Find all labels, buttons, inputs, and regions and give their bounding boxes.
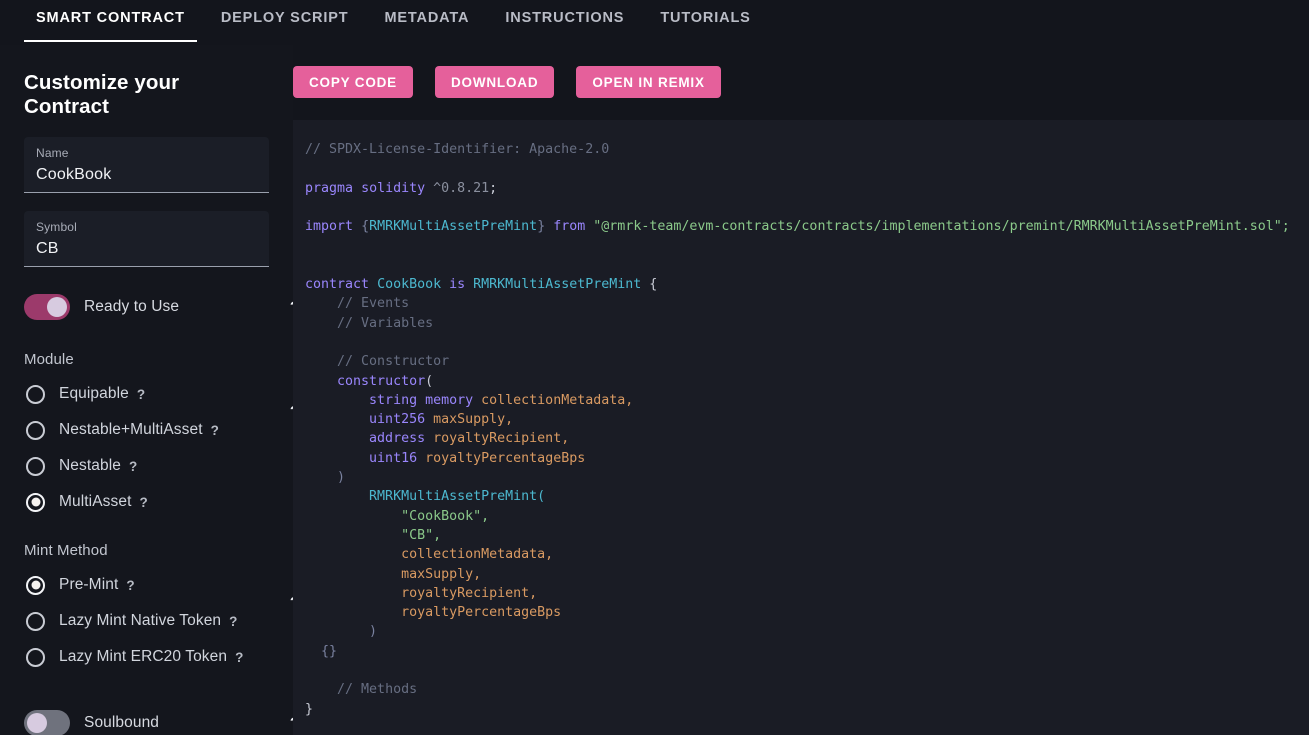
tab-metadata[interactable]: METADATA <box>372 0 481 45</box>
help-icon[interactable]: ? <box>235 650 243 665</box>
base-constructor-call: RMRKMultiAssetPreMint <box>369 489 537 504</box>
contract-name: CookBook <box>377 277 441 292</box>
radio-indicator <box>26 421 45 440</box>
methods-comment: // Methods <box>337 682 417 697</box>
radio-nestable[interactable]: Nestable ? <box>24 448 269 484</box>
language-keyword: solidity <box>361 181 425 196</box>
tab-label: TUTORIALS <box>660 10 750 26</box>
radio-pre-mint[interactable]: Pre-Mint ? <box>24 567 269 603</box>
tab-label: INSTRUCTIONS <box>505 10 624 26</box>
app-root: SMART CONTRACT DEPLOY SCRIPT METADATA IN… <box>0 0 1309 735</box>
radio-indicator <box>26 612 45 631</box>
import-path: @rmrk-team/evm-contracts/contracts/imple… <box>601 219 1273 234</box>
name-field-label: Name <box>36 145 257 161</box>
soulbound-label: Soulbound <box>84 714 159 732</box>
tab-label: SMART CONTRACT <box>36 10 185 26</box>
mint-method-group-title: Mint Method <box>24 542 269 559</box>
tab-smart-contract[interactable]: SMART CONTRACT <box>24 0 197 45</box>
help-icon[interactable]: ? <box>140 495 148 510</box>
toggle-knob <box>27 713 47 733</box>
name-input[interactable]: CookBook <box>36 163 257 187</box>
radio-indicator <box>26 385 45 404</box>
pragma-version: ^0.8.21 <box>433 181 489 196</box>
action-buttons: COPY CODE DOWNLOAD OPEN IN REMIX <box>293 66 721 98</box>
radio-label: Lazy Mint ERC20 Token <box>59 648 227 666</box>
contract-keyword: contract <box>305 277 369 292</box>
customize-sidebar: Customize your Contract Name CookBook Sy… <box>0 45 293 735</box>
base-arg-metadata: collectionMetadata, <box>401 547 553 562</box>
symbol-input[interactable]: CB <box>36 237 257 261</box>
base-arg-bps: royaltyPercentageBps <box>401 605 561 620</box>
radio-indicator <box>26 648 45 667</box>
module-group-title: Module <box>24 351 269 368</box>
base-arg-maxsupply: maxSupply, <box>401 567 481 582</box>
import-symbol: RMRKMultiAssetPreMint <box>369 219 537 234</box>
page-title: Customize your Contract <box>24 71 269 119</box>
tab-tutorials[interactable]: TUTORIALS <box>648 0 762 45</box>
tab-deploy-script[interactable]: DEPLOY SCRIPT <box>209 0 361 45</box>
radio-lazy-mint-native-token[interactable]: Lazy Mint Native Token ? <box>24 603 269 639</box>
pragma-keyword: pragma <box>305 181 353 196</box>
help-icon[interactable]: ? <box>137 387 145 402</box>
base-contract-name: RMRKMultiAssetPreMint <box>473 277 641 292</box>
base-arg-recipient: royaltyRecipient, <box>401 586 537 601</box>
name-field[interactable]: Name CookBook <box>24 137 269 193</box>
help-icon[interactable]: ? <box>211 423 219 438</box>
license-comment: // SPDX-License-Identifier: Apache-2.0 <box>305 142 609 157</box>
radio-label: Nestable+MultiAsset <box>59 421 203 439</box>
open-in-remix-button[interactable]: OPEN IN REMIX <box>576 66 720 98</box>
ready-to-use-toggle[interactable] <box>24 294 70 320</box>
code-viewer[interactable]: // SPDX-License-Identifier: Apache-2.0 p… <box>293 120 1309 735</box>
constructor-keyword: constructor <box>337 374 425 389</box>
main-tabbar: SMART CONTRACT DEPLOY SCRIPT METADATA IN… <box>0 0 1309 45</box>
download-button[interactable]: DOWNLOAD <box>435 66 554 98</box>
radio-label: Nestable <box>59 457 121 475</box>
soulbound-row: Soulbound ? <box>24 701 269 735</box>
tab-label: METADATA <box>384 10 469 26</box>
help-icon[interactable]: ? <box>129 459 137 474</box>
copy-code-button[interactable]: COPY CODE <box>293 66 413 98</box>
tab-instructions[interactable]: INSTRUCTIONS <box>493 0 636 45</box>
tab-label: DEPLOY SCRIPT <box>221 10 349 26</box>
radio-label: MultiAsset <box>59 493 132 511</box>
radio-indicator <box>26 493 45 512</box>
import-keyword: import <box>305 219 353 234</box>
radio-equipable[interactable]: Equipable ? <box>24 376 269 412</box>
symbol-field[interactable]: Symbol CB <box>24 211 269 267</box>
constructor-comment: // Constructor <box>337 354 449 369</box>
soulbound-toggle[interactable] <box>24 710 70 735</box>
toggle-knob <box>47 297 67 317</box>
ready-to-use-row: Ready to Use ? <box>24 285 269 329</box>
radio-lazy-mint-erc20-token[interactable]: Lazy Mint ERC20 Token ? <box>24 639 269 675</box>
solidity-source: // SPDX-License-Identifier: Apache-2.0 p… <box>293 120 1309 719</box>
radio-label: Equipable <box>59 385 129 403</box>
main-panel: COPY CODE DOWNLOAD OPEN IN REMIX // SPDX… <box>293 45 1309 735</box>
radio-label: Pre-Mint <box>59 576 118 594</box>
ready-to-use-label: Ready to Use <box>84 298 179 316</box>
radio-indicator <box>26 457 45 476</box>
module-group: Module ? Equipable ? Nestable+MultiAsset… <box>24 351 269 520</box>
radio-indicator <box>26 576 45 595</box>
radio-label: Lazy Mint Native Token <box>59 612 221 630</box>
symbol-field-label: Symbol <box>36 219 257 235</box>
help-icon[interactable]: ? <box>229 614 237 629</box>
base-arg-symbol: "CB", <box>401 528 441 543</box>
variables-comment: // Variables <box>337 316 433 331</box>
help-icon[interactable]: ? <box>126 578 134 593</box>
mint-method-group: Mint Method ? Pre-Mint ? Lazy Mint Nativ… <box>24 542 269 675</box>
events-comment: // Events <box>337 296 409 311</box>
radio-nestable-multiasset[interactable]: Nestable+MultiAsset ? <box>24 412 269 448</box>
radio-multiasset[interactable]: MultiAsset ? <box>24 484 269 520</box>
base-arg-name: "CookBook", <box>401 509 489 524</box>
